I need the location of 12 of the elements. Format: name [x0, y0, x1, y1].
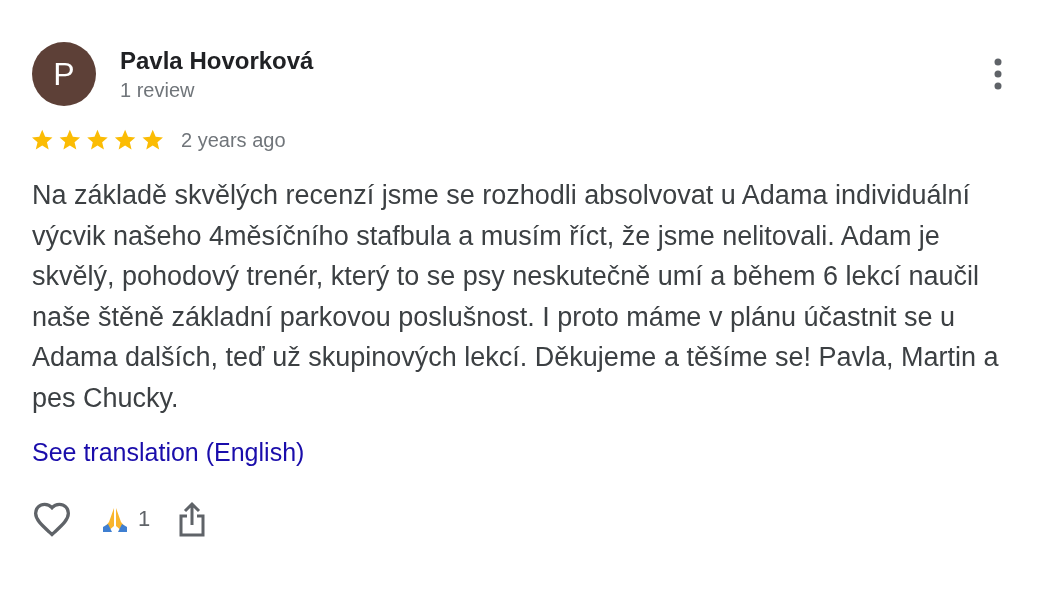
share-icon — [178, 501, 207, 537]
review-time: 2 years ago — [181, 129, 286, 152]
avatar: P — [32, 42, 96, 106]
more-icon — [994, 58, 1002, 90]
like-button[interactable] — [32, 501, 72, 537]
translation-link[interactable]: See translation (English) — [32, 438, 305, 467]
reviewer-name[interactable]: Pavla Hovorková — [120, 46, 962, 75]
review-count: 1 review — [120, 78, 196, 102]
reaction-button[interactable]: 1 — [100, 504, 151, 534]
heart-icon — [32, 501, 72, 537]
review-text: Na základě skvělých recenzí jsme se rozhodli absolvovat u Adama individuální výcvik našeho 4měsíčního stafbula a musím říct, že jsme nelitovali. Adam je skvělý, pohodový trenér, který to se psy neskutečně umí a během 6 lekcí naučil naše štěně základní parkovou poslušnost. I proto máme v plánu účastnit se u Adama dalších, teď už skupinových lekcí. Děkujeme a těšíme se! Pavla, Martin a pes Chucky. — [32, 179, 1000, 415]
share-button[interactable] — [178, 501, 207, 537]
